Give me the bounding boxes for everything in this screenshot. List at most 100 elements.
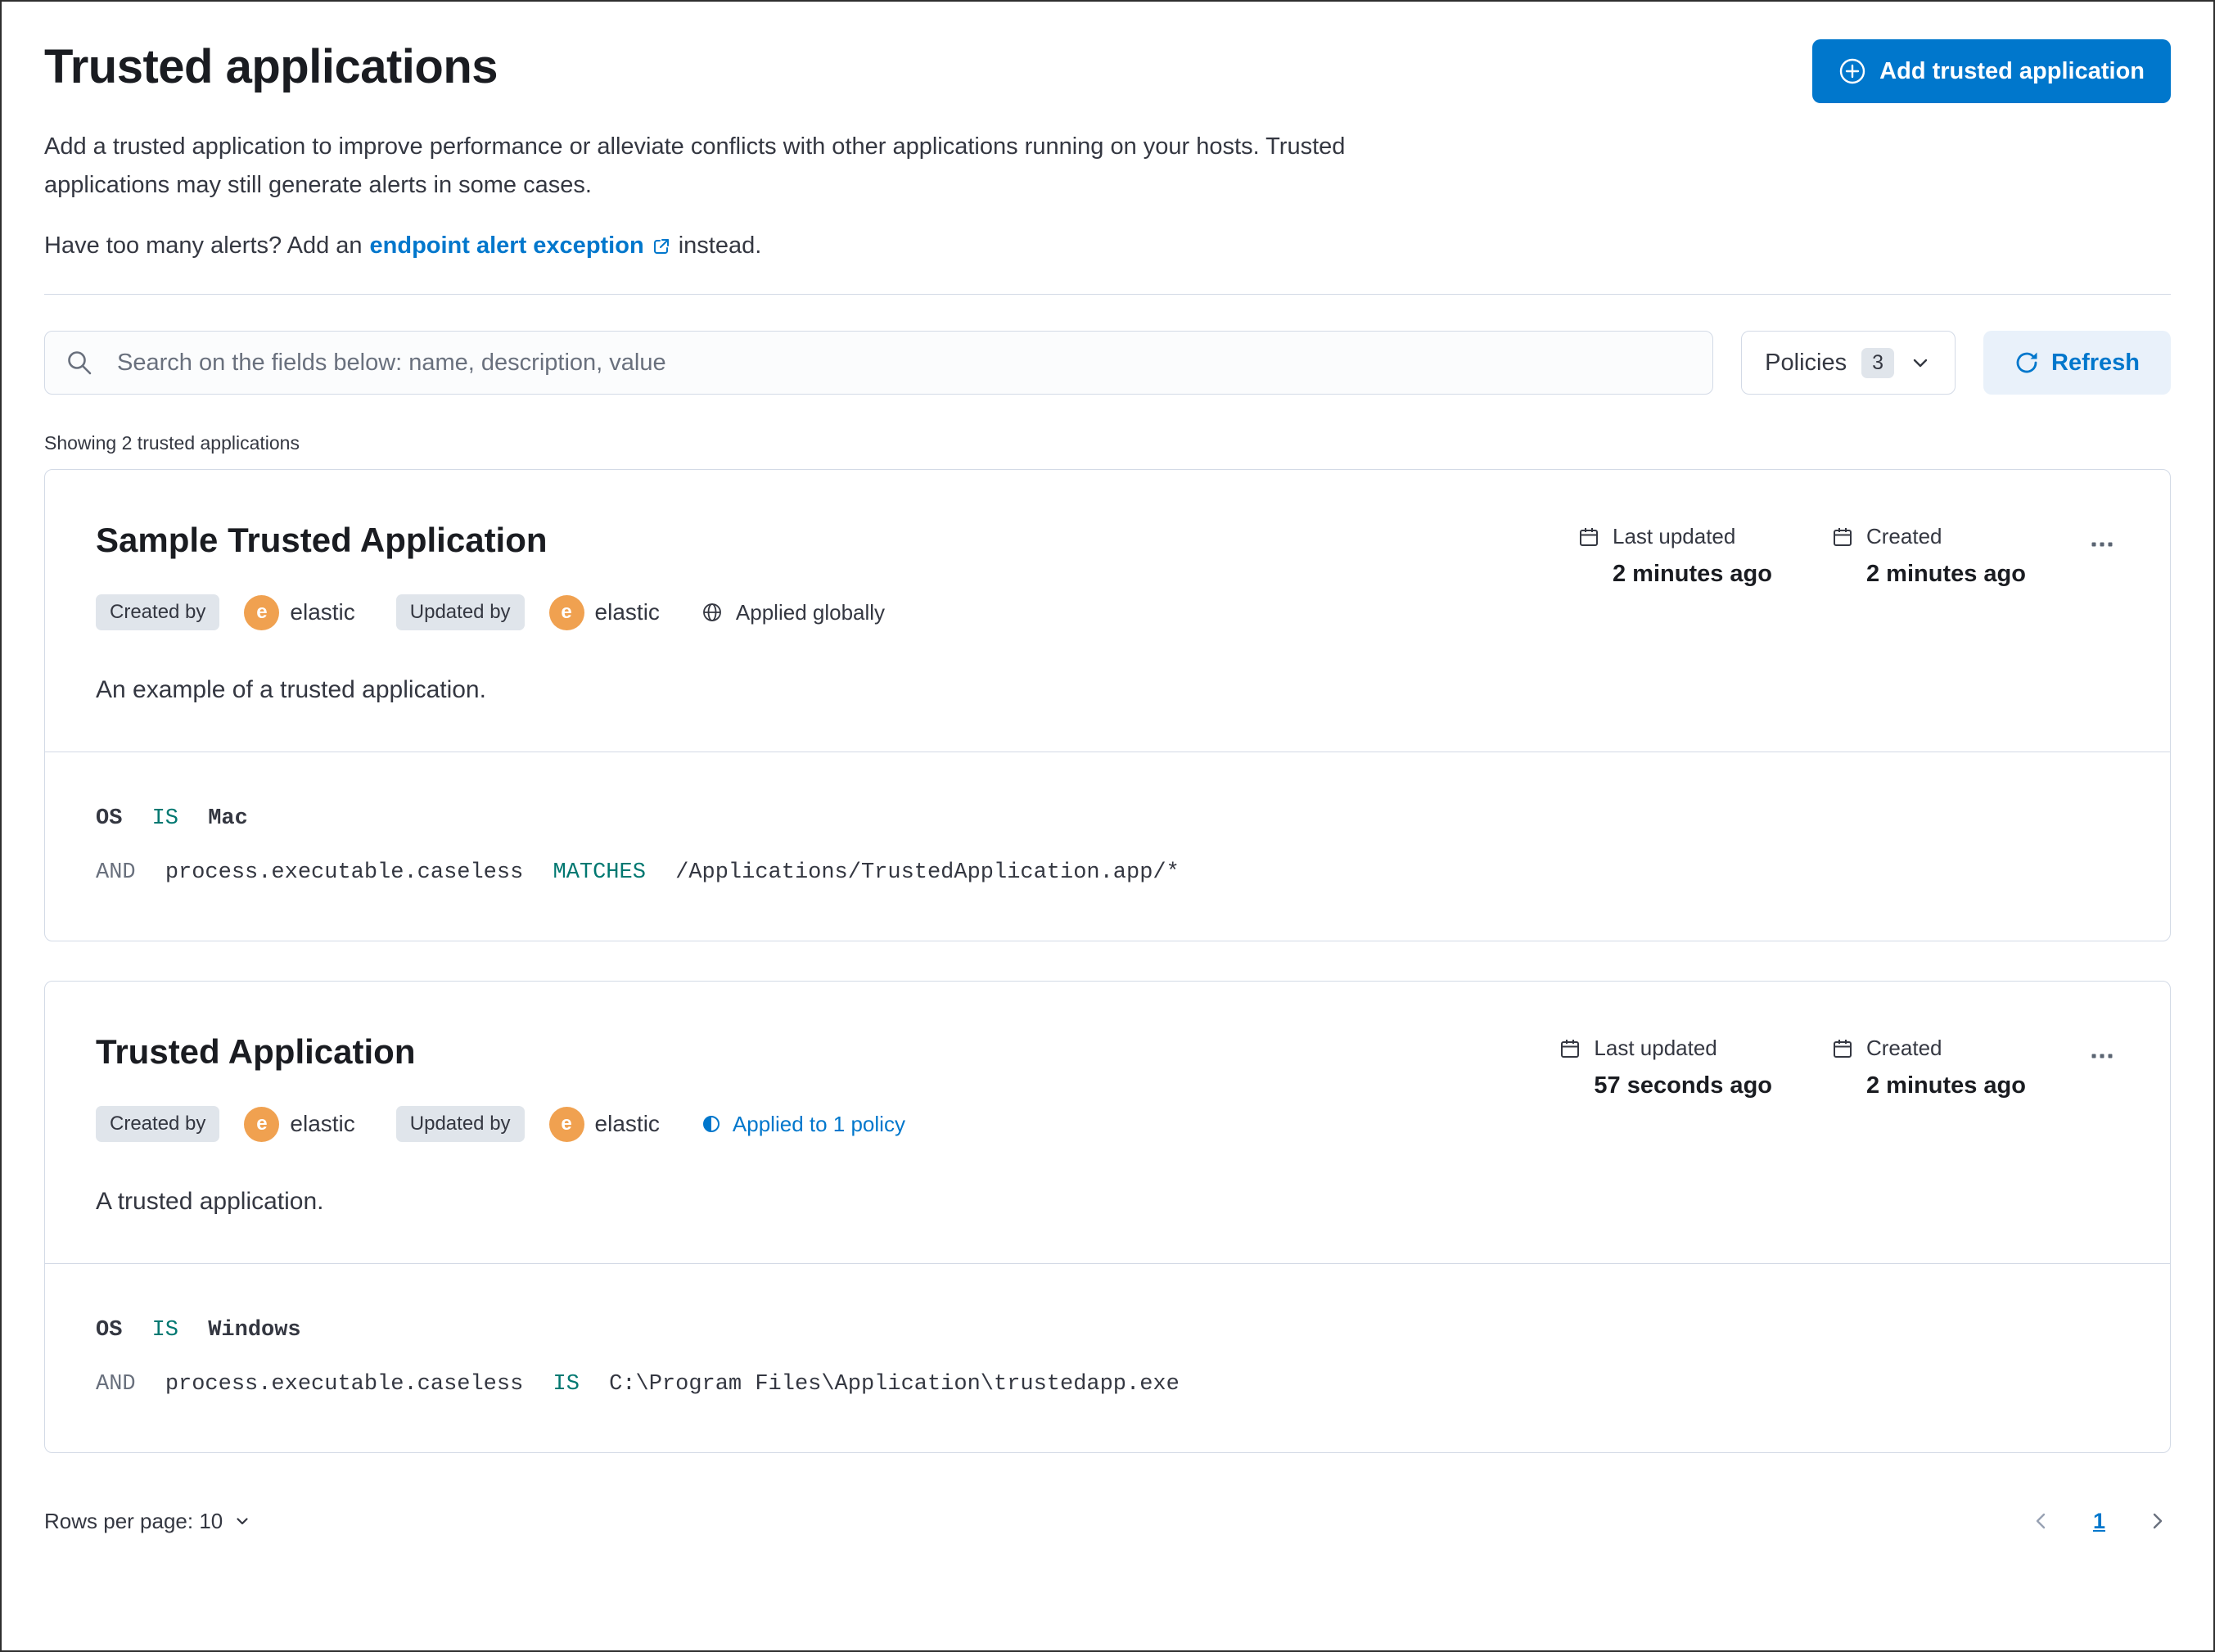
created-by-badge: Created by <box>96 1106 220 1142</box>
condition-operator: MATCHES <box>553 860 646 885</box>
endpoint-alert-exception-label: endpoint alert exception <box>369 232 644 259</box>
trusted-app-card-sample: Sample Trusted Application Created by e … <box>44 469 2171 941</box>
scope-text: Applied globally <box>735 599 886 625</box>
search-box <box>44 331 1714 395</box>
page-header: Trusted applications Add trusted applica… <box>44 39 2171 103</box>
calendar-icon <box>1831 1037 1854 1060</box>
calendar-icon <box>1559 1037 1581 1060</box>
card-description: A trusted application. <box>96 1188 324 1215</box>
rows-per-page-button[interactable]: Rows per page: 10 <box>44 1509 251 1534</box>
boxes-horizontal-icon <box>2090 532 2114 557</box>
trusted-app-card: Trusted Application Created by e elastic… <box>44 981 2171 1453</box>
card-actions-menu-button[interactable] <box>2085 524 2119 565</box>
condition-operator: IS <box>151 1318 179 1343</box>
updated-by-user: elastic <box>594 599 660 625</box>
globe-icon <box>701 601 724 624</box>
condition-value: Windows <box>208 1318 301 1343</box>
created-by-user: elastic <box>290 1111 355 1136</box>
last-updated-block: Last updated 2 minutes ago <box>1577 524 1772 588</box>
created-block: Created 2 minutes ago <box>1831 1036 2026 1099</box>
endpoint-alert-exception-link[interactable]: endpoint alert exception <box>370 232 671 260</box>
condition-field: process.executable.caseless <box>165 1372 524 1397</box>
pagination: 1 <box>2028 1507 2171 1535</box>
condition-conjunction: AND <box>96 1372 136 1397</box>
created-by-user: elastic <box>290 599 355 625</box>
calendar-icon <box>1831 526 1854 548</box>
condition-field: OS <box>96 1318 123 1343</box>
add-trusted-application-button[interactable]: Add trusted application <box>1812 39 2171 103</box>
created-by-avatar: e <box>244 1106 280 1142</box>
chevron-down-icon <box>233 1512 251 1530</box>
condition-field: process.executable.caseless <box>165 860 524 885</box>
alerts-hint-prefix: Have too many alerts? Add an <box>44 232 363 259</box>
card-title: Sample Trusted Application <box>96 521 548 559</box>
calendar-icon <box>1577 526 1600 548</box>
card-badge-row: Created by e elastic Updated by e elasti… <box>96 1106 905 1142</box>
updated-by-avatar: e <box>548 1106 584 1142</box>
table-footer: Rows per page: 10 1 <box>44 1507 2171 1535</box>
chevron-right-icon <box>2146 1510 2168 1532</box>
condition-value: C:\Program Files\Application\trustedapp.… <box>609 1372 1180 1397</box>
search-input[interactable] <box>44 331 1714 395</box>
card-description: An example of a trusted application. <box>96 676 486 703</box>
card-top: Trusted Application Created by e elastic… <box>45 982 2170 1263</box>
refresh-button[interactable]: Refresh <box>1983 331 2171 395</box>
search-icon <box>65 349 93 377</box>
trusted-applications-page: Trusted applications Add trusted applica… <box>0 0 2215 1652</box>
condition-operator: IS <box>553 1372 580 1397</box>
next-page-button[interactable] <box>2143 1507 2171 1535</box>
card-meta: Last updated 57 seconds ago Created 2 mi… <box>1559 1032 2119 1099</box>
last-updated-block: Last updated 57 seconds ago <box>1559 1036 1772 1099</box>
last-updated-value: 2 minutes ago <box>1613 561 1772 587</box>
condition-line: OS IS Mac <box>96 806 2119 831</box>
policies-filter-button[interactable]: Policies 3 <box>1741 331 1956 395</box>
updated-by-avatar: e <box>548 594 584 630</box>
last-updated-label: Last updated <box>1613 524 1736 548</box>
updated-by-badge: Updated by <box>395 594 525 630</box>
controls-row: Policies 3 Refresh <box>44 331 2171 395</box>
created-value: 2 minutes ago <box>1866 1072 2026 1099</box>
condition-line: AND process.executable.caseless IS C:\Pr… <box>96 1372 2119 1397</box>
last-updated-label: Last updated <box>1594 1036 1717 1060</box>
plus-in-circle-icon <box>1838 57 1866 85</box>
created-by-avatar: e <box>244 594 280 630</box>
created-label: Created <box>1866 1036 1942 1060</box>
chevron-down-icon <box>1909 351 1932 374</box>
card-meta: Last updated 2 minutes ago Created 2 min… <box>1577 521 2119 588</box>
updated-by-user: elastic <box>594 1111 660 1136</box>
page-description: Add a trusted application to improve per… <box>44 133 1346 198</box>
rows-per-page-label: Rows per page: 10 <box>44 1508 223 1533</box>
created-value: 2 minutes ago <box>1866 561 2026 587</box>
scope-text: Applied to 1 policy <box>732 1111 905 1136</box>
page-number-current[interactable]: 1 <box>2093 1509 2105 1534</box>
card-top: Sample Trusted Application Created by e … <box>45 470 2170 752</box>
alerts-hint-suffix: instead. <box>678 232 762 259</box>
condition-field: OS <box>96 806 123 831</box>
partial-policy-icon <box>701 1113 722 1135</box>
condition-operator: IS <box>151 806 179 831</box>
previous-page-button[interactable] <box>2028 1507 2055 1535</box>
boxes-horizontal-icon <box>2090 1044 2114 1068</box>
last-updated-value: 57 seconds ago <box>1594 1072 1772 1099</box>
updated-by-badge: Updated by <box>395 1106 525 1142</box>
applied-policies-link[interactable]: Applied to 1 policy <box>701 1112 905 1137</box>
refresh-label: Refresh <box>2051 349 2140 376</box>
header-divider <box>44 294 2171 295</box>
condition-value: /Applications/TrustedApplication.app/* <box>675 860 1180 885</box>
applied-globally-label: Applied globally <box>701 600 885 625</box>
results-count: Showing 2 trusted applications <box>44 432 300 454</box>
condition-line: AND process.executable.caseless MATCHES … <box>96 860 2119 885</box>
condition-conjunction: AND <box>96 860 136 885</box>
created-block: Created 2 minutes ago <box>1831 524 2026 588</box>
card-conditions: OS IS Mac AND process.executable.caseles… <box>45 752 2170 941</box>
card-conditions: OS IS Windows AND process.executable.cas… <box>45 1263 2170 1452</box>
card-badge-row: Created by e elastic Updated by e elasti… <box>96 594 885 630</box>
condition-line: OS IS Windows <box>96 1318 2119 1343</box>
alerts-hint: Have too many alerts? Add an endpoint al… <box>44 232 2171 260</box>
created-by-badge: Created by <box>96 594 220 630</box>
chevron-left-icon <box>2031 1510 2052 1532</box>
condition-value: Mac <box>208 806 248 831</box>
external-link-icon <box>652 237 671 256</box>
policies-count-badge: 3 <box>1861 347 1894 378</box>
card-actions-menu-button[interactable] <box>2085 1036 2119 1077</box>
